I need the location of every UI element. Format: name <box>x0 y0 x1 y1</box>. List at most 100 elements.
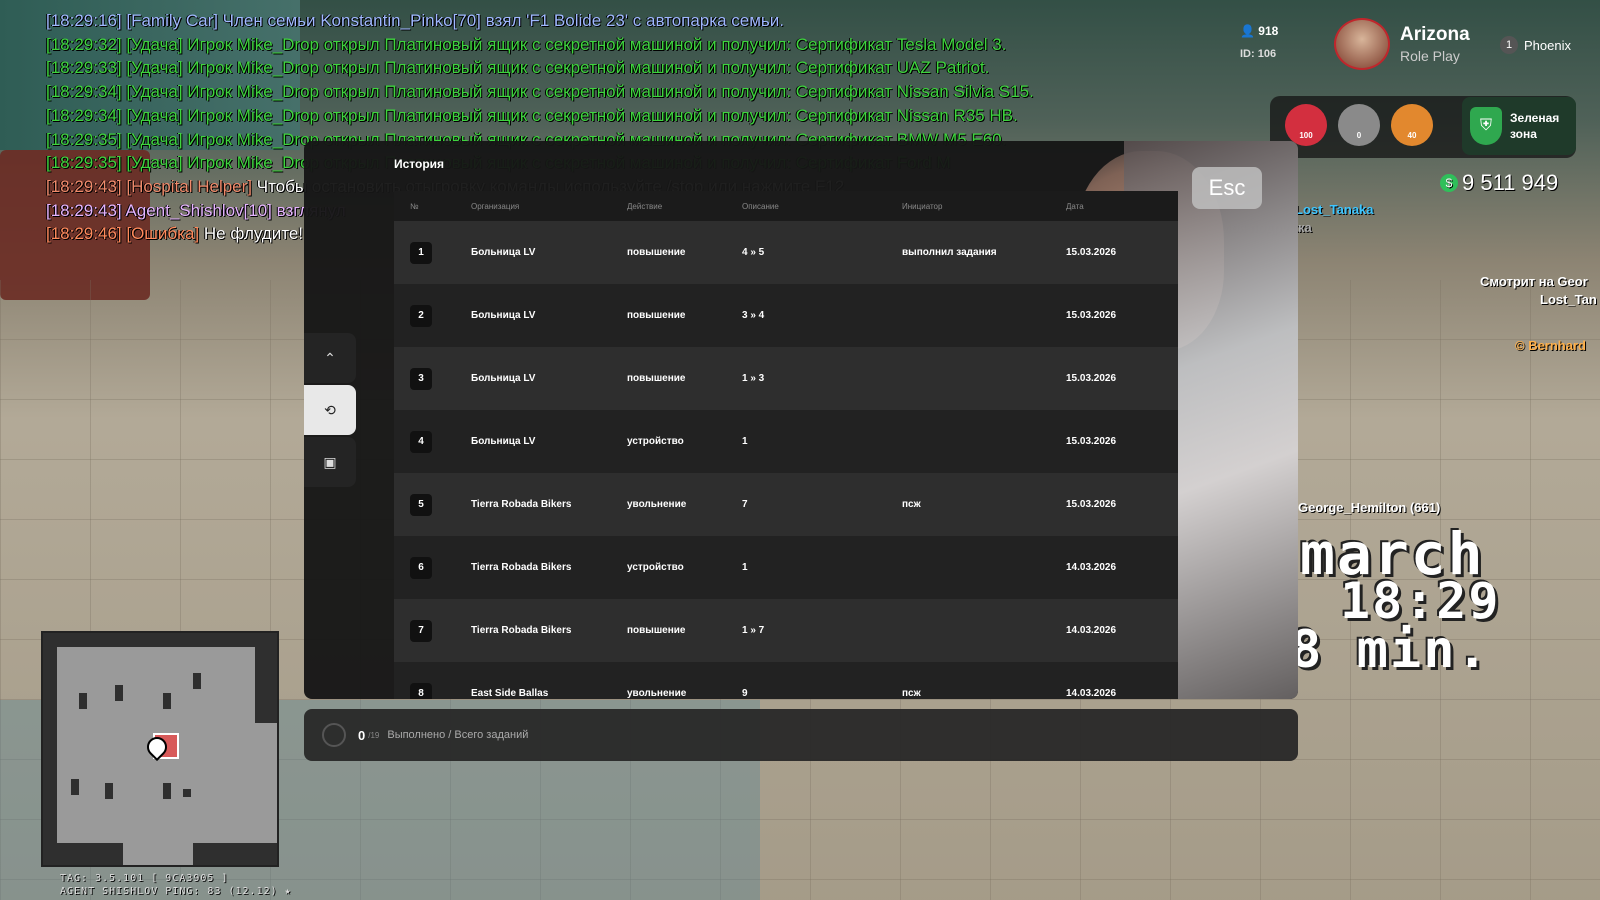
cell-org: Tierra Robada Bikers <box>471 499 572 510</box>
chat-line: [18:29:32] [Удача] Игрок Mike_Drop откры… <box>46 33 1246 57</box>
row-number: 4 <box>410 430 432 453</box>
chat-timestamp: [18:29:16] <box>46 11 122 30</box>
chat-timestamp: [18:29:43] <box>46 176 122 196</box>
table-row: 8 East Side Ballas увольнение 9 псж 14.03.202… <box>394 662 1178 699</box>
server-number: 1 <box>1500 36 1518 54</box>
dollar-icon: $ <box>1440 174 1458 192</box>
cell-date: 14.03.2026 <box>1066 625 1117 636</box>
cell-action: увольнение <box>627 499 687 510</box>
cell-date: 15.03.2026 <box>1066 247 1117 258</box>
hunger-value: 40 <box>1407 131 1417 140</box>
chat-text: [Удача] Игрок Mike_Drop открыл Платиновы… <box>121 34 1007 54</box>
minimap-wall-bottom <box>43 843 123 865</box>
chat-text: [Ошибка] <box>121 224 200 244</box>
chat-timestamp: [18:29:33] <box>46 58 122 78</box>
row-number: 5 <box>410 493 432 516</box>
server-logo-title: Arizona <box>1400 24 1470 45</box>
task-progress-bar: 0 /19 Выполнено / Всего заданий <box>304 709 1298 761</box>
minimap <box>41 631 279 867</box>
modal-title: История <box>394 157 445 171</box>
row-number: 6 <box>410 556 432 579</box>
minimap-wall-bottom-right <box>193 843 277 865</box>
armor-icon: 0 <box>1338 104 1380 146</box>
minimap-block <box>79 693 87 709</box>
progress-ring-icon <box>322 723 346 747</box>
nametag-george: George_Hemilton (661) <box>1298 500 1441 515</box>
cell-date: 15.03.2026 <box>1066 436 1117 447</box>
food-icon: 40 <box>1391 104 1433 146</box>
cell-org: Больница LV <box>471 436 536 447</box>
heart-icon: 100 <box>1285 104 1327 146</box>
column-header: Действие <box>627 201 663 211</box>
armor-value: 0 <box>1356 131 1362 140</box>
row-number: 8 <box>410 682 432 699</box>
overlay-text-line3: 8 min. <box>1290 620 1490 680</box>
footer-tag: TAG: 3.5.101 [ 9CA3905 ] <box>60 873 229 884</box>
zone-line1: Зеленая <box>1510 111 1560 125</box>
server-logo-subtitle: Role Play <box>1400 48 1460 64</box>
chat-text: [Удача] Игрок Mike_Drop открыл Платиновы… <box>121 58 990 78</box>
health-value: 100 <box>1299 131 1313 140</box>
zone-badge: ⛨ Зеленая зона <box>1462 97 1576 155</box>
column-header: № <box>410 201 419 211</box>
player-id: ID: 106 <box>1240 48 1277 60</box>
cell-date: 15.03.2026 <box>1066 310 1117 321</box>
zone-line2: зона <box>1510 127 1537 141</box>
cell-action: устройство <box>627 562 684 573</box>
server-logo-avatar <box>1334 18 1390 70</box>
table-row: 1 Больница LV повышение 4 » 5 выполнил задан… <box>394 221 1178 284</box>
table-body: 1 Больница LV повышение 4 » 5 выполнил задан… <box>394 221 1178 699</box>
chat-text: [Удача] Игрок Mike_Drop открыл Платиновы… <box>121 105 1018 125</box>
chat-timestamp: [18:29:34] <box>46 82 122 102</box>
chat-timestamp: [18:29:43] <box>46 200 122 220</box>
server-name-label: Phoenix <box>1524 37 1571 53</box>
chat-timestamp: [18:29:35] <box>46 153 122 173</box>
cell-initiator: выполнил задания <box>902 247 997 258</box>
progress-done: 0 <box>358 727 366 743</box>
row-number-cell: 5 <box>394 493 471 516</box>
footer-player: AGENT SHISHLOV PING: 83 (12.12) ★ <box>60 886 292 897</box>
nametag-lost-tanaka: Lost_Tanaka <box>1295 202 1374 217</box>
cell-action: повышение <box>627 625 686 636</box>
nametag-bernhard: © Bernhard <box>1515 338 1586 353</box>
shield-icon: ⛨ <box>1470 107 1502 145</box>
history-modal: История Esc ⌃ ⟲ ▣ № Организация Действие Опис… <box>304 141 1298 699</box>
nametag-watching: Смотрит на Geor <box>1480 274 1588 289</box>
cell-desc: 7 <box>742 499 748 510</box>
history-table: № Организация Действие Описание Инициатор Дат… <box>394 191 1178 699</box>
cell-org: Tierra Robada Bikers <box>471 625 572 636</box>
row-number: 7 <box>410 619 432 642</box>
money-display: $ 9 511 949 <box>1440 170 1558 196</box>
cell-action: устройство <box>627 436 684 447</box>
table-row: 7 Tierra Robada Bikers повышение 1 » 7 14.03… <box>394 599 1178 662</box>
cell-desc: 3 » 4 <box>742 310 765 321</box>
money-value: 9 511 949 <box>1462 170 1559 195</box>
table-row: 6 Tierra Robada Bikers устройство 1 14.03.20… <box>394 536 1178 599</box>
minimap-wall-left <box>43 633 57 865</box>
cell-desc: 1 » 7 <box>742 625 765 636</box>
save-icon[interactable]: ▣ <box>304 437 356 487</box>
chat-line: [18:29:34] [Удача] Игрок Mike_Drop откры… <box>46 104 1246 128</box>
minimap-wall-right <box>255 633 277 723</box>
row-number-cell: 7 <box>394 619 471 642</box>
cell-desc: 4 » 5 <box>742 247 765 258</box>
row-number-cell: 6 <box>394 556 471 579</box>
row-number: 2 <box>410 304 432 327</box>
cell-action: повышение <box>627 373 686 384</box>
minimap-block <box>183 789 191 797</box>
cell-desc: 9 <box>742 688 748 699</box>
double-chevron-up-icon[interactable]: ⌃ <box>304 333 356 383</box>
chat-timestamp: [18:29:32] <box>46 34 122 54</box>
cell-initiator: псж <box>902 499 921 510</box>
esc-button[interactable]: Esc <box>1192 167 1262 209</box>
chat-line: [18:29:16] [Family Car] Член семьи Konst… <box>46 9 1246 33</box>
minimap-block <box>105 783 113 799</box>
cell-org: Больница LV <box>471 373 536 384</box>
history-icon[interactable]: ⟲ <box>304 385 356 435</box>
minimap-block <box>193 673 201 689</box>
row-number: 1 <box>410 241 432 264</box>
cell-date: 15.03.2026 <box>1066 373 1117 384</box>
chat-line: [18:29:34] [Удача] Игрок Mike_Drop откры… <box>46 80 1246 104</box>
row-number-cell: 1 <box>394 241 471 264</box>
chat-timestamp: [18:29:35] <box>46 129 122 149</box>
